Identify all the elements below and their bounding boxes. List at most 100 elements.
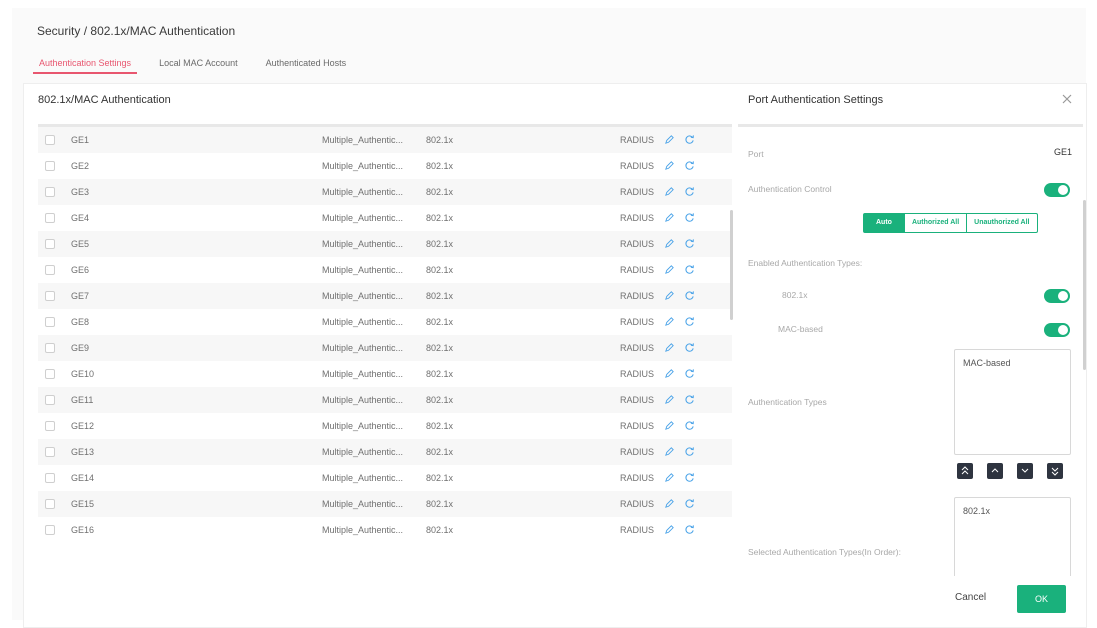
row-checkbox[interactable] <box>45 395 55 405</box>
tab-local-mac-account[interactable]: Local MAC Account <box>153 56 244 74</box>
refresh-icon[interactable] <box>684 316 695 327</box>
table-row[interactable]: GE14 Multiple_Authentic... 802.1x RADIUS <box>38 465 732 491</box>
edit-icon[interactable] <box>664 186 675 197</box>
refresh-icon[interactable] <box>684 212 695 223</box>
port-cell: GE13 <box>71 447 95 457</box>
row-checkbox[interactable] <box>45 161 55 171</box>
row-checkbox[interactable] <box>45 499 55 509</box>
auth-control-toggle[interactable] <box>1044 183 1070 197</box>
selected-types-listbox[interactable]: 802.1x <box>954 497 1071 576</box>
breadcrumb-section[interactable]: Security <box>37 24 80 38</box>
row-checkbox[interactable] <box>45 135 55 145</box>
control-option-unauthorized-all[interactable]: Unauthorized All <box>966 214 1036 232</box>
table-row[interactable]: GE1 Multiple_Authentic... 802.1x RADIUS <box>38 127 732 153</box>
edit-icon[interactable] <box>664 524 675 535</box>
move-top-button[interactable] <box>957 463 973 479</box>
refresh-icon[interactable] <box>684 498 695 509</box>
table-row[interactable]: GE3 Multiple_Authentic... 802.1x RADIUS <box>38 179 732 205</box>
refresh-icon[interactable] <box>684 238 695 249</box>
refresh-icon[interactable] <box>684 420 695 431</box>
row-checkbox[interactable] <box>45 473 55 483</box>
control-option-auto[interactable]: Auto <box>864 214 904 232</box>
refresh-icon[interactable] <box>684 368 695 379</box>
table-row[interactable]: GE7 Multiple_Authentic... 802.1x RADIUS <box>38 283 732 309</box>
port-cell: GE10 <box>71 369 95 379</box>
breadcrumb-separator: / <box>83 24 88 38</box>
table-row[interactable]: GE8 Multiple_Authentic... 802.1x RADIUS <box>38 309 732 335</box>
edit-icon[interactable] <box>664 316 675 327</box>
table-row[interactable]: GE9 Multiple_Authentic... 802.1x RADIUS <box>38 335 732 361</box>
refresh-icon[interactable] <box>684 524 695 535</box>
row-checkbox[interactable] <box>45 213 55 223</box>
edit-icon[interactable] <box>664 446 675 457</box>
tab-authentication-settings[interactable]: Authentication Settings <box>33 56 138 74</box>
refresh-icon[interactable] <box>684 342 695 353</box>
row-checkbox[interactable] <box>45 187 55 197</box>
refresh-icon[interactable] <box>684 290 695 301</box>
table-row[interactable]: GE5 Multiple_Authentic... 802.1x RADIUS <box>38 231 732 257</box>
refresh-icon[interactable] <box>684 394 695 405</box>
row-checkbox[interactable] <box>45 343 55 353</box>
tab-authenticated-hosts[interactable]: Authenticated Hosts <box>260 56 353 74</box>
auth-types-item[interactable]: MAC-based <box>963 358 1062 368</box>
form-scrollbar[interactable] <box>1083 200 1086 370</box>
server-cell: RADIUS <box>620 499 655 509</box>
edit-icon[interactable] <box>664 394 675 405</box>
port-cell: GE14 <box>71 473 95 483</box>
refresh-icon[interactable] <box>684 186 695 197</box>
edit-icon[interactable] <box>664 134 675 145</box>
edit-icon[interactable] <box>664 472 675 483</box>
refresh-icon[interactable] <box>684 160 695 171</box>
edit-icon[interactable] <box>664 264 675 275</box>
table-scrollbar[interactable] <box>730 210 733 320</box>
move-bottom-button[interactable] <box>1047 463 1063 479</box>
type-cell: 802.1x <box>426 317 454 327</box>
ok-button[interactable]: OK <box>1017 585 1066 613</box>
row-checkbox[interactable] <box>45 291 55 301</box>
type-cell: 802.1x <box>426 239 454 249</box>
row-checkbox[interactable] <box>45 525 55 535</box>
table-row[interactable]: GE10 Multiple_Authentic... 802.1x RADIUS <box>38 361 732 387</box>
close-icon[interactable] <box>1061 93 1073 105</box>
table-row[interactable]: GE12 Multiple_Authentic... 802.1x RADIUS <box>38 413 732 439</box>
control-option-authorized-all[interactable]: Authorized All <box>903 214 966 232</box>
table-row[interactable]: GE11 Multiple_Authentic... 802.1x RADIUS <box>38 387 732 413</box>
port-cell: GE8 <box>71 317 90 327</box>
mode-cell: Multiple_Authentic... <box>322 317 404 327</box>
server-cell: RADIUS <box>620 265 655 275</box>
table-row[interactable]: GE6 Multiple_Authentic... 802.1x RADIUS <box>38 257 732 283</box>
table-row[interactable]: GE4 Multiple_Authentic... 802.1x RADIUS <box>38 205 732 231</box>
selected-types-item[interactable]: 802.1x <box>963 506 1062 516</box>
table-row[interactable]: GE2 Multiple_Authentic... 802.1x RADIUS <box>38 153 732 179</box>
refresh-icon[interactable] <box>684 134 695 145</box>
move-up-button[interactable] <box>987 463 1003 479</box>
type-mac-toggle[interactable] <box>1044 323 1070 337</box>
row-checkbox[interactable] <box>45 421 55 431</box>
edit-icon[interactable] <box>664 238 675 249</box>
row-checkbox[interactable] <box>45 265 55 275</box>
edit-icon[interactable] <box>664 160 675 171</box>
edit-icon[interactable] <box>664 342 675 353</box>
row-checkbox[interactable] <box>45 447 55 457</box>
refresh-icon[interactable] <box>684 472 695 483</box>
type-8021x-toggle[interactable] <box>1044 289 1070 303</box>
auth-types-listbox[interactable]: MAC-based <box>954 349 1071 455</box>
move-down-button[interactable] <box>1017 463 1033 479</box>
row-checkbox[interactable] <box>45 239 55 249</box>
server-cell: RADIUS <box>620 239 655 249</box>
refresh-icon[interactable] <box>684 446 695 457</box>
refresh-icon[interactable] <box>684 264 695 275</box>
edit-icon[interactable] <box>664 498 675 509</box>
table-row[interactable]: GE15 Multiple_Authentic... 802.1x RADIUS <box>38 491 732 517</box>
row-checkbox[interactable] <box>45 317 55 327</box>
table-row[interactable]: GE16 Multiple_Authentic... 802.1x RADIUS <box>38 517 732 543</box>
cancel-button[interactable]: Cancel <box>955 592 986 603</box>
edit-icon[interactable] <box>664 420 675 431</box>
mode-cell: Multiple_Authentic... <box>322 395 404 405</box>
edit-icon[interactable] <box>664 368 675 379</box>
edit-icon[interactable] <box>664 290 675 301</box>
row-checkbox[interactable] <box>45 369 55 379</box>
edit-icon[interactable] <box>664 212 675 223</box>
server-cell: RADIUS <box>620 187 655 197</box>
table-row[interactable]: GE13 Multiple_Authentic... 802.1x RADIUS <box>38 439 732 465</box>
